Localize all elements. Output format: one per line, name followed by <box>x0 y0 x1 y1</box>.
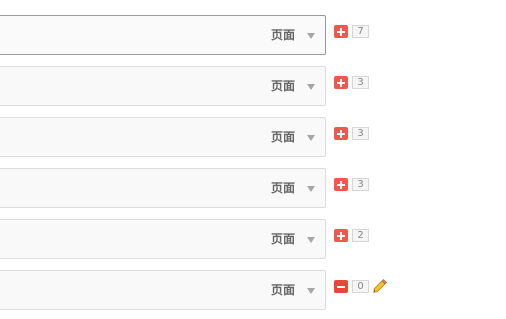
expand-plus-icon[interactable] <box>334 178 348 191</box>
menu-item-list: 页面 7 页面 3 页面 3 页面 3 页面 2 页面 0 <box>0 0 506 319</box>
menu-item-row: 页面 0 <box>0 270 506 314</box>
chevron-down-icon <box>307 237 315 243</box>
type-label: 页面 <box>270 28 295 42</box>
child-count-badge: 3 <box>352 178 369 191</box>
type-label: 页面 <box>270 130 295 144</box>
child-count-badge: 0 <box>352 280 369 293</box>
type-label: 页面 <box>270 79 295 93</box>
menu-item-row: 页面 3 <box>0 168 506 212</box>
chevron-down-icon <box>307 288 315 294</box>
expand-plus-icon[interactable] <box>334 25 348 38</box>
menu-item-type-select[interactable]: 页面 <box>0 66 326 106</box>
menu-item-type-select[interactable]: 页面 <box>0 117 326 157</box>
menu-item-type-select[interactable]: 页面 <box>0 168 326 208</box>
chevron-down-icon <box>307 84 315 90</box>
collapse-minus-icon[interactable] <box>334 280 348 293</box>
expand-plus-icon[interactable] <box>334 229 348 242</box>
type-label: 页面 <box>270 181 295 195</box>
menu-item-row: 页面 7 <box>0 15 506 59</box>
chevron-down-icon <box>307 186 315 192</box>
menu-item-type-select[interactable]: 页面 <box>0 219 326 259</box>
type-label: 页面 <box>270 283 295 297</box>
menu-item-row: 页面 3 <box>0 117 506 161</box>
menu-item-type-select[interactable]: 页面 <box>0 15 326 55</box>
type-label: 页面 <box>270 232 295 246</box>
menu-item-row: 页面 2 <box>0 219 506 263</box>
chevron-down-icon <box>307 33 315 39</box>
pencil-icon[interactable] <box>373 278 387 294</box>
child-count-badge: 3 <box>352 76 369 89</box>
child-count-badge: 7 <box>352 25 369 38</box>
child-count-badge: 3 <box>352 127 369 140</box>
child-count-badge: 2 <box>352 229 369 242</box>
chevron-down-icon <box>307 135 315 141</box>
menu-item-type-select[interactable]: 页面 <box>0 270 326 310</box>
menu-item-row: 页面 3 <box>0 66 506 110</box>
expand-plus-icon[interactable] <box>334 76 348 89</box>
expand-plus-icon[interactable] <box>334 127 348 140</box>
